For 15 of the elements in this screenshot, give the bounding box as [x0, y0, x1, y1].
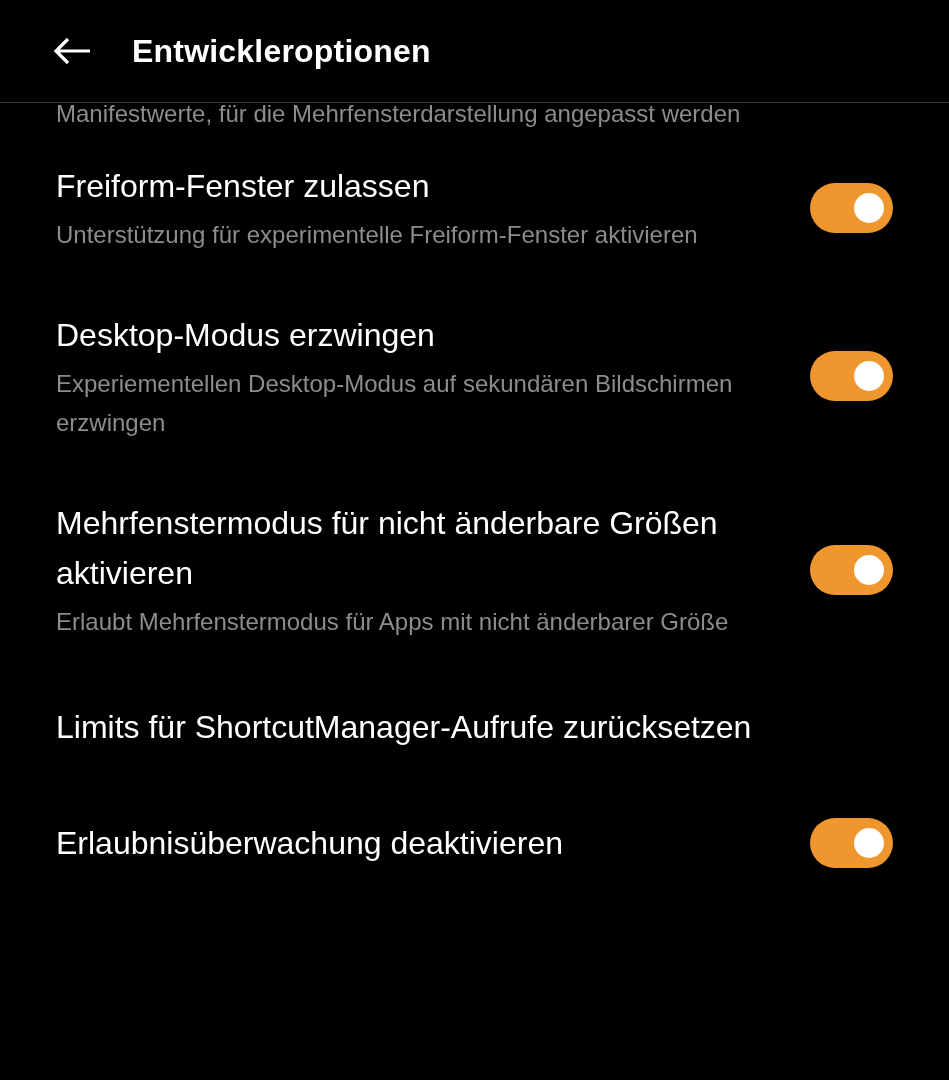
setting-summary: Experiementellen Desktop-Modus auf sekundären Bildschirmen erzwingen: [56, 369, 734, 438]
toggle-switch[interactable]: [810, 544, 893, 595]
setting-title[interactable]: Mehrfenstermodus für nicht änderbare Größen aktivieren: [56, 498, 776, 598]
back-arrow-icon[interactable]: [52, 36, 92, 66]
setting-summary: Erlaubt Mehrfenstermodus für Apps mit nicht änderbarer Größe: [56, 607, 730, 637]
setting-title[interactable]: Limits für ShortcutManager-Aufrufe zurücksetzen: [56, 702, 893, 752]
setting-summary: Manifestwerte, für die Mehrfensterdarstellung angepasst werden: [56, 99, 742, 129]
setting-title[interactable]: Desktop-Modus erzwingen: [56, 310, 776, 360]
setting-title[interactable]: Erlaubnisüberwachung deaktivieren: [56, 818, 776, 868]
toggle-switch[interactable]: [810, 182, 893, 233]
toggle-switch[interactable]: [810, 818, 893, 868]
toggle-switch[interactable]: [810, 351, 893, 401]
setting-summary: Unterstützung für experimentelle Freiform-Fenster aktivieren: [56, 220, 699, 250]
setting-title[interactable]: Freiform-Fenster zulassen: [56, 161, 776, 211]
screen-title: Entwickleroptionen: [132, 32, 431, 70]
